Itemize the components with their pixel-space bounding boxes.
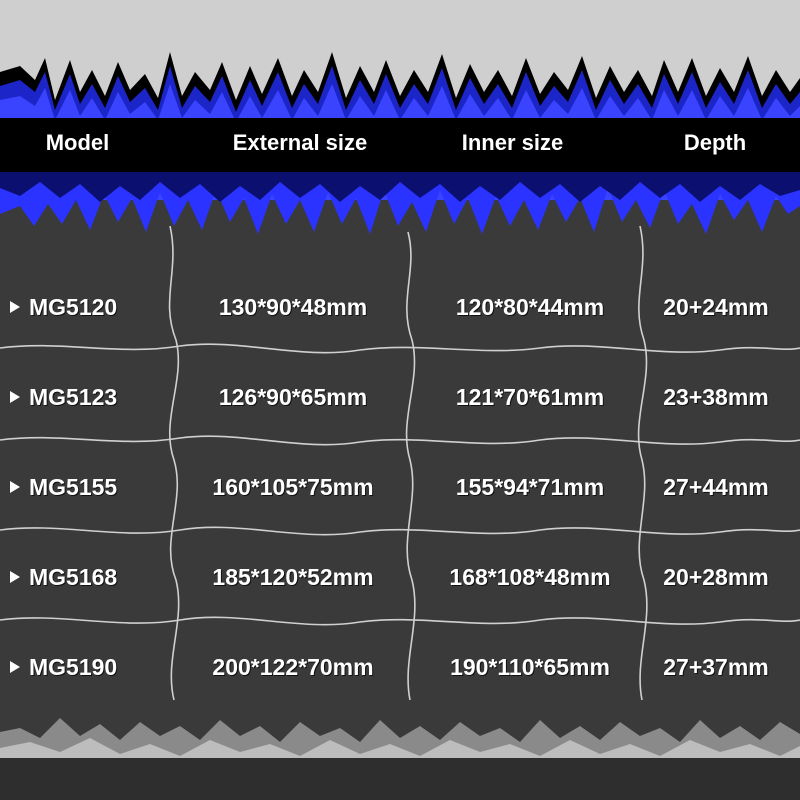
cell-inner-size: 155*94*71mm [455,474,605,500]
table-header: Model External size Inner size Depth [0,122,800,166]
cell-depth: 27+44mm [663,474,769,500]
table-row: MG5190 200*122*70mm 190*110*65mm 27+37mm [0,626,800,716]
table-body: MG5120 130*90*48mm 120*80*44mm 20+24mm M… [0,266,800,716]
model-label: MG5155 [29,474,118,500]
triangle-right-icon [10,480,20,493]
cell-depth: 20+24mm [663,294,769,320]
cell-inner-size: 190*110*65mm [450,654,610,680]
cell-model: MG5190 [10,654,117,681]
table-row: MG5155 160*105*75mm 155*94*71mm 27+44mm [0,446,800,536]
triangle-right-icon [10,570,20,583]
cell-external-size: 126*90*65mm [218,384,368,410]
model-label: MG5190 [29,654,118,680]
header-inner-size: Inner size [461,130,564,155]
model-label: MG5123 [29,384,118,410]
triangle-right-icon [10,300,20,313]
cell-inner-size: 120*80*44mm [455,294,605,320]
table-row: MG5123 126*90*65mm 121*70*61mm 23+38mm [0,356,800,446]
header-external-size: External size [232,130,368,155]
table-row: MG5168 185*120*52mm 168*108*48mm 20+28mm [0,536,800,626]
cell-external-size: 185*120*52mm [212,564,374,590]
cell-model: MG5168 [10,564,117,591]
model-label: MG5120 [29,294,118,320]
model-label: MG5168 [29,564,118,590]
table-row: MG5120 130*90*48mm 120*80*44mm 20+24mm [0,266,800,356]
cell-inner-size: 121*70*61mm [455,384,605,410]
header-depth: Depth [683,130,747,155]
header-model: Model [45,130,110,155]
cell-external-size: 130*90*48mm [218,294,368,320]
cell-external-size: 160*105*75mm [212,474,374,500]
triangle-right-icon [10,390,20,403]
cell-depth: 27+37mm [663,654,769,680]
spec-table-page: Model External size Inner size Depth MG5… [0,0,800,800]
cell-depth: 23+38mm [663,384,769,410]
cell-external-size: 200*122*70mm [212,654,374,680]
cell-model: MG5155 [10,474,117,501]
bottom-dark-strip [0,758,800,800]
triangle-right-icon [10,660,20,673]
cell-model: MG5120 [10,294,117,321]
cell-model: MG5123 [10,384,117,411]
cell-depth: 20+28mm [663,564,769,590]
cell-inner-size: 168*108*48mm [449,564,611,590]
